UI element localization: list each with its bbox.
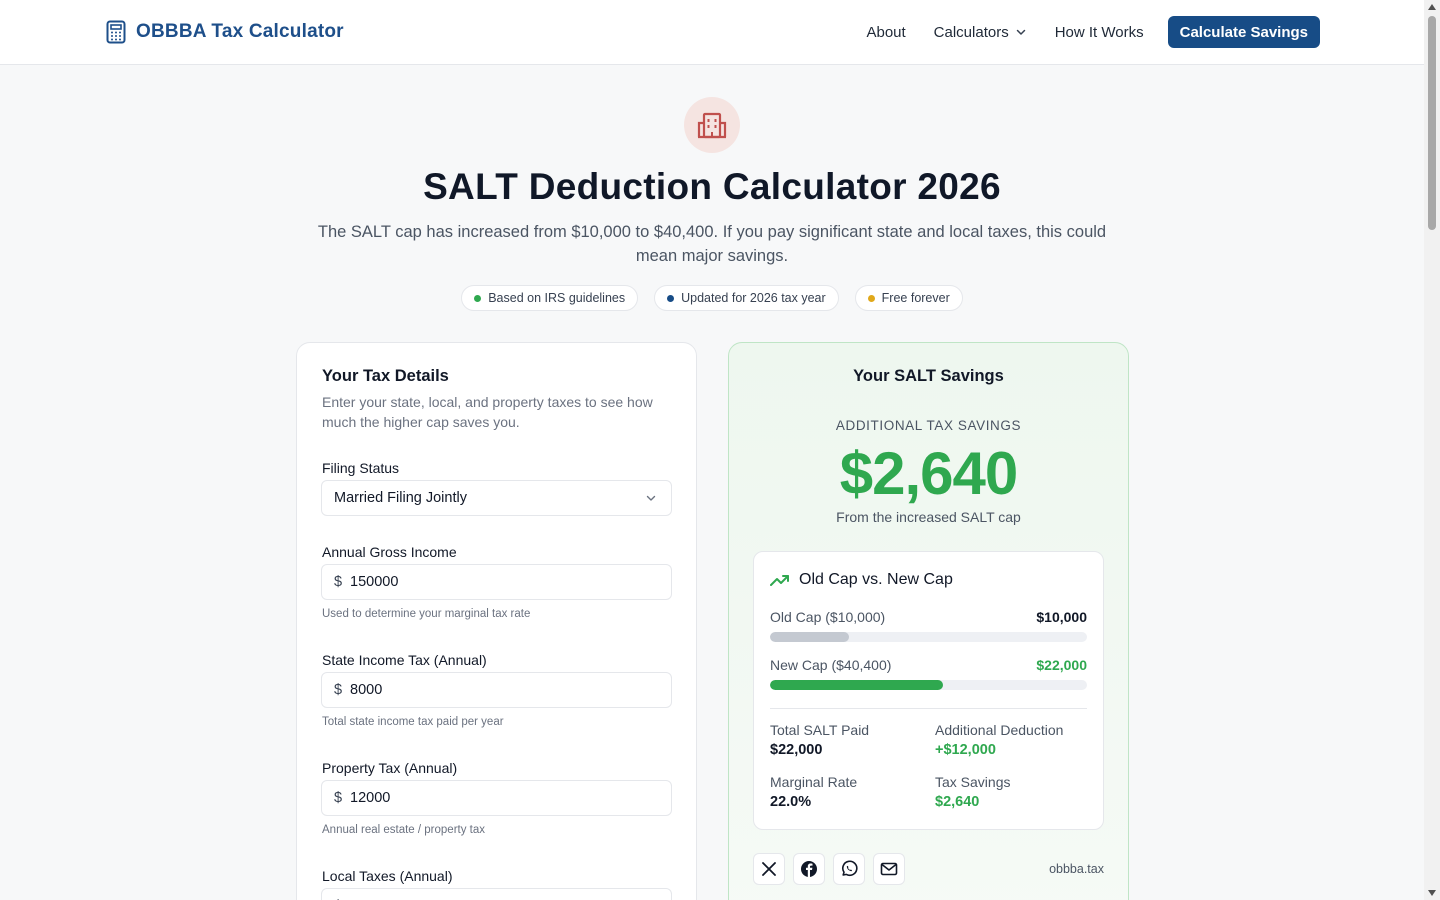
state-tax-input[interactable]: $ 8000 [321,672,672,708]
old-cap-bar-fill [770,632,850,642]
scroll-up-arrow-icon[interactable] [1428,4,1436,10]
local-tax-input[interactable]: $ 2000 [321,888,672,900]
gross-income-input[interactable]: $ 150000 [321,564,672,600]
state-tax-label: State Income Tax (Annual) [322,652,487,668]
total-salt-value: $22,000 [770,742,823,758]
old-cap-bar [770,632,1087,642]
dollar-prefix: $ [334,790,343,806]
gross-income-label: Annual Gross Income [322,544,457,560]
blue-dot-icon [667,294,675,302]
tax-savings-value: $2,640 [935,794,980,810]
local-tax-label: Local Taxes (Annual) [322,868,453,884]
savings-note: From the increased SALT cap [836,509,1021,525]
share-email-button[interactable] [873,853,905,885]
mail-icon [880,862,898,876]
marginal-rate-label: Marginal Rate [770,774,858,790]
results-title: Your SALT Savings [853,367,1004,385]
whatsapp-icon [842,860,858,877]
property-tax-label: Property Tax (Annual) [322,760,458,776]
form-title: Your Tax Details [322,367,449,385]
old-cap-label: Old Cap ($10,000) [770,609,886,625]
filing-status-value: Married Filing Jointly [334,490,467,506]
marginal-rate-value: 22.0% [770,794,812,810]
comparison-title: Old Cap vs. New Cap [799,571,953,588]
facebook-icon [801,861,817,877]
badge-label: Free forever [881,291,950,305]
x-icon [762,862,776,876]
savings-amount: $2,640 [839,440,1019,507]
page-scrollbar[interactable] [1424,0,1440,900]
property-tax-input[interactable]: $ 12000 [321,780,672,816]
new-cap-bar [770,680,1087,690]
property-tax-value: 12000 [350,790,391,806]
dollar-prefix: $ [334,574,343,590]
new-cap-bar-fill [770,680,943,690]
share-buttons [753,853,905,885]
yellow-dot-icon [867,294,875,302]
page-title: SALT Deduction Calculator 2026 [423,166,1001,207]
total-salt-label: Total SALT Paid [770,722,870,738]
filing-status-label: Filing Status [322,460,400,476]
state-tax-hint: Total state income tax paid per year [322,716,504,728]
gross-income-hint: Used to determine your marginal tax rate [322,608,531,620]
divider [770,708,1087,709]
additional-deduction-label: Additional Deduction [935,722,1064,738]
share-whatsapp-button[interactable] [833,853,865,885]
calculate-savings-button[interactable]: Calculate Savings [1167,16,1320,48]
main-nav: About Calculators How It Works Calculate… [866,16,1320,48]
new-cap-value: $22,000 [1036,657,1087,673]
property-tax-hint: Annual real estate / property tax [322,824,486,836]
cap-comparison-panel: Old Cap vs. New Cap Old Cap ($10,000) $1… [753,551,1104,830]
badge-free: Free forever [854,285,963,311]
old-cap-value: $10,000 [1036,609,1087,625]
filing-status-select[interactable]: Married Filing Jointly [321,480,672,516]
additional-deduction-value: +$12,000 [935,742,996,758]
chevron-down-icon [1016,29,1025,35]
nav-how-it-works[interactable]: How It Works [1055,24,1144,41]
salt-savings-card: Your SALT Savings ADDITIONAL TAX SAVINGS… [728,342,1129,900]
state-tax-value: 8000 [350,682,383,698]
badge-irs: Based on IRS guidelines [461,285,639,311]
badge-label: Updated for 2026 tax year [681,291,826,305]
form-description: Enter your state, local, and property ta… [322,394,653,430]
site-domain: obbba.tax [1049,862,1104,876]
nav-calculators-label: Calculators [933,23,1009,41]
new-cap-label: New Cap ($40,400) [770,657,892,673]
badge-updated: Updated for 2026 tax year [654,285,839,311]
gross-income-value: 150000 [350,574,399,590]
tax-savings-label: Tax Savings [935,774,1011,790]
brand-name: OBBBA Tax Calculator [136,21,344,42]
nav-calculators-dropdown[interactable]: Calculators [934,24,1027,41]
badge-label: Based on IRS guidelines [488,291,626,305]
share-facebook-button[interactable] [793,853,825,885]
page-subtitle: The SALT cap has increased from $10,000 … [317,223,1107,265]
trust-badges: Based on IRS guidelines Updated for 2026… [0,285,1424,311]
chevron-down-icon [646,495,656,501]
tax-details-card: Your Tax Details Enter your state, local… [296,342,697,900]
nav-about[interactable]: About [866,24,905,41]
scrollbar-thumb[interactable] [1428,16,1436,230]
calculator-icon [106,20,126,44]
share-x-button[interactable] [753,853,785,885]
brand-logo-link[interactable]: OBBBA Tax Calculator [106,20,344,44]
trending-up-icon [770,575,789,586]
building-icon [697,112,727,139]
scroll-down-arrow-icon[interactable] [1428,890,1436,896]
building-icon-badge [684,97,740,153]
top-nav-bar: OBBBA Tax Calculator About Calculators H… [0,0,1424,65]
results-eyebrow: ADDITIONAL TAX SAVINGS [835,418,1022,433]
green-dot-icon [474,294,482,302]
dollar-prefix: $ [334,682,343,698]
comparison-heading: Old Cap vs. New Cap [770,571,953,589]
